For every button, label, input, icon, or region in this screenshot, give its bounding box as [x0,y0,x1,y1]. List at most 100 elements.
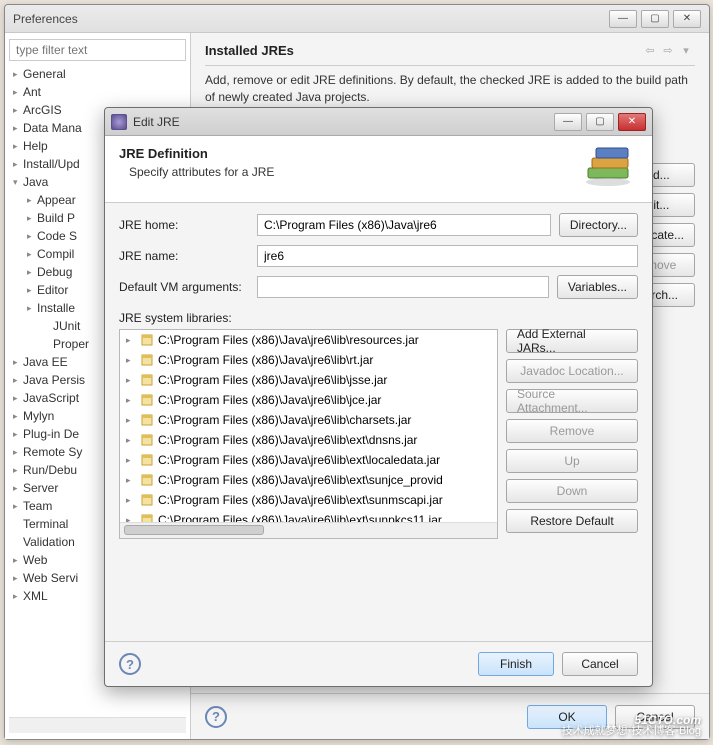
jar-icon [140,393,154,407]
tree-item-label: Java [23,175,48,189]
down-button[interactable]: Down [506,479,638,503]
ok-button[interactable]: OK [527,705,607,729]
close-button[interactable]: ✕ [673,10,701,28]
expand-arrow-icon[interactable] [13,357,23,368]
library-remove-button[interactable]: Remove [506,419,638,443]
expand-arrow-icon[interactable] [13,591,23,602]
expand-arrow-icon[interactable] [13,375,23,386]
jre-name-input[interactable] [257,245,638,267]
jar-icon [140,373,154,387]
expand-arrow-icon[interactable] [13,69,23,80]
expand-arrow-icon[interactable] [27,267,37,278]
dialog-help-icon[interactable]: ? [119,653,141,675]
dialog-cancel-button[interactable]: Cancel [562,652,638,676]
source-attachment-button[interactable]: Source Attachment... [506,389,638,413]
library-row[interactable]: C:\Program Files (x86)\Java\jre6\lib\ext… [120,470,497,490]
library-path: C:\Program Files (x86)\Java\jre6\lib\ext… [158,493,443,507]
dialog-close-button[interactable]: ✕ [618,113,646,131]
jar-icon [140,473,154,487]
expand-arrow-icon[interactable] [126,495,136,506]
expand-arrow-icon[interactable] [27,249,37,260]
dialog-minimize-button[interactable]: — [554,113,582,131]
expand-arrow-icon[interactable] [126,395,136,406]
library-row[interactable]: C:\Program Files (x86)\Java\jre6\lib\res… [120,330,497,350]
expand-arrow-icon[interactable] [27,213,37,224]
add-external-jars-button[interactable]: Add External JARs... [506,329,638,353]
expand-arrow-icon[interactable] [13,105,23,116]
tree-item-label: ArcGIS [23,103,62,117]
expand-arrow-icon[interactable] [126,435,136,446]
library-row[interactable]: C:\Program Files (x86)\Java\jre6\lib\jce… [120,390,497,410]
directory-button[interactable]: Directory... [559,213,638,237]
expand-arrow-icon[interactable] [13,555,23,566]
tree-item-label: Team [23,499,52,513]
filter-input[interactable] [9,39,186,61]
tree-item-label: Server [23,481,58,495]
tree-item[interactable]: General [9,65,186,83]
forward-icon[interactable]: ⇨ [659,41,677,59]
jre-home-input[interactable] [257,214,551,236]
preferences-titlebar[interactable]: Preferences — ▢ ✕ [5,5,709,33]
expand-arrow-icon[interactable] [13,447,23,458]
tree-item-label: Editor [37,283,68,297]
library-row[interactable]: C:\Program Files (x86)\Java\jre6\lib\cha… [120,410,497,430]
dialog-title: Edit JRE [133,115,550,129]
expand-arrow-icon[interactable] [13,393,23,404]
up-button[interactable]: Up [506,449,638,473]
expand-arrow-icon[interactable] [27,195,37,206]
vm-args-label: Default VM arguments: [119,280,249,294]
dialog-maximize-button[interactable]: ▢ [586,113,614,131]
expand-arrow-icon[interactable] [27,285,37,296]
dialog-titlebar[interactable]: Edit JRE — ▢ ✕ [105,108,652,136]
tree-item-label: Appear [37,193,76,207]
expand-arrow-icon[interactable] [27,303,37,314]
expand-arrow-icon[interactable] [13,87,23,98]
tree-scrollbar[interactable] [9,717,186,733]
expand-arrow-icon[interactable] [13,177,23,188]
cancel-button[interactable]: Cancel [615,705,695,729]
javadoc-location-button[interactable]: Javadoc Location... [506,359,638,383]
expand-arrow-icon[interactable] [13,573,23,584]
minimize-button[interactable]: — [609,10,637,28]
restore-default-button[interactable]: Restore Default [506,509,638,533]
expand-arrow-icon[interactable] [13,411,23,422]
variables-button[interactable]: Variables... [557,275,638,299]
jre-name-label: JRE name: [119,249,249,263]
expand-arrow-icon[interactable] [27,231,37,242]
tree-item-label: Code S [37,229,77,243]
tree-item-label: Terminal [23,517,68,531]
library-row[interactable]: C:\Program Files (x86)\Java\jre6\lib\ext… [120,430,497,450]
help-icon[interactable]: ? [205,706,227,728]
expand-arrow-icon[interactable] [13,501,23,512]
expand-arrow-icon[interactable] [126,375,136,386]
library-row[interactable]: C:\Program Files (x86)\Java\jre6\lib\jss… [120,370,497,390]
expand-arrow-icon[interactable] [13,141,23,152]
expand-arrow-icon[interactable] [13,159,23,170]
library-row[interactable]: C:\Program Files (x86)\Java\jre6\lib\ext… [120,450,497,470]
expand-arrow-icon[interactable] [126,355,136,366]
maximize-button[interactable]: ▢ [641,10,669,28]
tree-item-label: Data Mana [23,121,82,135]
vm-args-input[interactable] [257,276,549,298]
library-path: C:\Program Files (x86)\Java\jre6\lib\ext… [158,473,443,487]
expand-arrow-icon[interactable] [126,415,136,426]
tree-item[interactable]: Ant [9,83,186,101]
expand-arrow-icon[interactable] [126,455,136,466]
back-icon[interactable]: ⇦ [641,41,659,59]
library-scrollbar[interactable] [120,522,497,538]
expand-arrow-icon[interactable] [126,335,136,346]
library-row[interactable]: C:\Program Files (x86)\Java\jre6\lib\ext… [120,490,497,510]
tree-item-label: Web [23,553,47,567]
library-row[interactable]: C:\Program Files (x86)\Java\jre6\lib\rt.… [120,350,497,370]
dropdown-icon[interactable]: ▾ [677,41,695,59]
library-list[interactable]: C:\Program Files (x86)\Java\jre6\lib\res… [119,329,498,539]
expand-arrow-icon[interactable] [13,429,23,440]
expand-arrow-icon[interactable] [13,483,23,494]
tree-item-label: Install/Upd [23,157,80,171]
expand-arrow-icon[interactable] [13,465,23,476]
tree-item-label: Build P [37,211,75,225]
expand-arrow-icon[interactable] [126,475,136,486]
finish-button[interactable]: Finish [478,652,554,676]
expand-arrow-icon[interactable] [13,123,23,134]
dialog-header: JRE Definition [119,146,582,161]
